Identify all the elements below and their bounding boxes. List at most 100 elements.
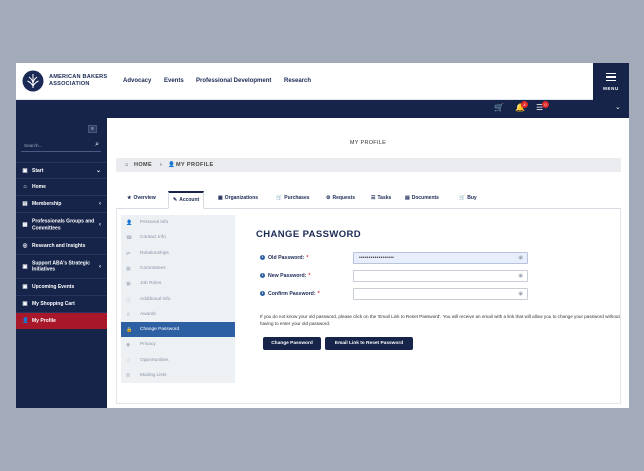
account-submenu: 👤 Personal Info ☎ Contact Info ⇄ Relationsh…	[121, 215, 235, 383]
notification-badge: 4	[521, 101, 528, 108]
confirm-password-field[interactable]: ◉	[353, 288, 528, 300]
cart-icon[interactable]: 🛒	[494, 103, 504, 112]
nav-professional-development[interactable]: Professional Development	[196, 78, 271, 84]
submenu-label: Awards	[140, 311, 156, 317]
submenu-label: Additional Info	[140, 296, 171, 302]
sidebar-item-label: Support ABA's Strategic Initiatives	[32, 260, 90, 273]
eye-icon[interactable]: ◉	[518, 273, 523, 279]
lock-icon: 🔒	[126, 327, 133, 334]
link-icon: ⇄	[126, 250, 131, 257]
old-password-value: ••••••••••••••••••	[359, 255, 395, 261]
sidebar-item-professional-groups[interactable]: ▦ Professionals Groups and Committees ‹	[16, 212, 107, 237]
shield-icon: ◉	[126, 342, 131, 349]
old-password-label: i Old Password: *	[260, 255, 308, 261]
main-content: MY PROFILE ⌂ HOME › 👤 MY PROFILE ★ Overvi…	[107, 118, 629, 408]
eye-icon[interactable]: ◉	[518, 291, 523, 297]
tab-requests[interactable]: ⚙ Requests	[326, 195, 355, 201]
cart-icon: ▣	[22, 301, 28, 307]
group-icon: ▦	[22, 222, 28, 228]
tab-purchases[interactable]: 🛒 Purchases	[276, 195, 310, 201]
cart-icon: 🛒	[459, 195, 466, 201]
sidebar-item-start[interactable]: ▣ Start ⌄	[16, 162, 107, 178]
eye-icon[interactable]: ◉	[518, 255, 523, 261]
tab-account[interactable]: ✎ Account	[168, 191, 205, 209]
sidebar-item-label: My Shopping Cart	[32, 300, 75, 307]
sidebar-toggle-button[interactable]: ≡	[88, 125, 97, 133]
chevron-down-icon[interactable]: ⌄	[615, 103, 621, 111]
tab-tasks[interactable]: ☰ Tasks	[371, 195, 391, 201]
phone-icon: ☎	[126, 235, 133, 242]
search-icon[interactable]: ⌕	[95, 141, 99, 149]
task-badge: 0	[542, 101, 549, 108]
breadcrumb-home[interactable]: HOME	[134, 162, 152, 168]
submenu-label: Committees	[140, 265, 166, 271]
new-password-label: i New Password: *	[260, 273, 310, 279]
account-panel: 👤 Personal Info ☎ Contact Info ⇄ Relationsh…	[116, 209, 621, 404]
required-mark: *	[306, 255, 309, 261]
sidebar-search[interactable]: Search... ⌕	[21, 140, 101, 152]
info-icon: ⓘ	[126, 297, 132, 304]
search-input[interactable]: Search...	[24, 143, 42, 148]
nav-research[interactable]: Research	[284, 78, 311, 84]
chevron-down-icon: ⌄	[95, 167, 101, 174]
sidebar-item-upcoming-events[interactable]: ▣ Upcoming Events	[16, 278, 107, 295]
tab-label: Account	[179, 197, 200, 203]
home-icon[interactable]: ⌂	[125, 162, 129, 168]
profile-tabs: ★ Overview ✎ Account ▦ Organizations 🛒 Purch…	[116, 191, 621, 209]
change-password-button[interactable]: Change Password	[263, 337, 321, 350]
tab-overview[interactable]: ★ Overview	[127, 195, 156, 201]
submenu-committees[interactable]: ▦ Committees	[121, 261, 235, 276]
nav-advocacy[interactable]: Advocacy	[123, 78, 151, 84]
sidebar-item-home[interactable]: ⌂ Home	[16, 178, 107, 195]
submenu-opportunities[interactable]: ☆ Opportunities	[121, 353, 235, 368]
submenu-mailing-lists[interactable]: ≣ Mailing Lists	[121, 368, 235, 383]
submenu-label: Opportunities	[140, 357, 169, 363]
sidebar-item-my-profile[interactable]: 👤 My Profile	[16, 312, 107, 329]
chevron-left-icon: ‹	[99, 201, 101, 207]
old-password-field[interactable]: •••••••••••••••••• ◉	[353, 252, 528, 264]
breadcrumb-current: MY PROFILE	[176, 162, 214, 168]
breadcrumb: ⌂ HOME › 👤 MY PROFILE	[116, 158, 621, 172]
gear-icon: ⚙	[326, 195, 331, 201]
sidebar-item-membership[interactable]: ▤ Membership ‹	[16, 195, 107, 212]
tab-organizations[interactable]: ▦ Organizations	[218, 195, 258, 201]
tab-label: Purchases	[284, 195, 310, 201]
email-reset-link-button[interactable]: Email Link to Reset Password	[325, 337, 413, 350]
id-card-icon: ▤	[22, 201, 28, 207]
nav-events[interactable]: Events	[164, 78, 184, 84]
new-password-field[interactable]: ◉	[353, 270, 528, 282]
user-icon: 👤	[22, 318, 29, 324]
submenu-awards[interactable]: ♕ Awards	[121, 307, 235, 322]
submenu-label: Mailing Lists	[140, 373, 167, 378]
sidebar-item-label: Membership	[32, 200, 62, 207]
submenu-relationships[interactable]: ⇄ Relationships	[121, 246, 235, 261]
submenu-privacy[interactable]: ◉ Privacy	[121, 337, 235, 352]
sidebar-item-research[interactable]: ◎ Research and Insights	[16, 237, 107, 254]
brand-name[interactable]: AMERICAN BAKERS ASSOCIATION	[49, 74, 129, 87]
sidebar-item-support-initiatives[interactable]: ▣ Support ABA's Strategic Initiatives ‹	[16, 254, 107, 278]
submenu-change-password[interactable]: 🔒 Change Password	[121, 322, 235, 338]
group-icon: ▦	[126, 265, 131, 272]
sidebar-item-shopping-cart[interactable]: ▣ My Shopping Cart	[16, 295, 107, 312]
briefcase-icon: ▣	[126, 281, 131, 288]
required-mark: *	[308, 273, 311, 279]
page-title: MY PROFILE	[349, 140, 387, 146]
tab-documents[interactable]: ▤ Documents	[405, 195, 439, 201]
submenu-job-roles[interactable]: ▣ Job Roles	[121, 276, 235, 291]
submenu-additional-info[interactable]: ⓘ Additional Info	[121, 292, 235, 307]
confirm-password-label: i Confirm Password: *	[260, 291, 320, 297]
utility-bar: 🛒 🔔 4 ☰ 0 ⌄	[16, 100, 629, 118]
menu-button[interactable]: MENU	[593, 63, 629, 100]
submenu-contact-info[interactable]: ☎ Contact Info	[121, 230, 235, 245]
form-title: CHANGE PASSWORD	[256, 229, 362, 240]
tab-label: Requests	[332, 195, 355, 201]
calendar-icon: ▣	[22, 284, 28, 290]
menu-label: MENU	[603, 86, 619, 91]
tab-label: Overview	[133, 195, 156, 201]
aba-logo-icon[interactable]	[22, 70, 44, 92]
user-icon: 👤	[126, 220, 133, 226]
list-icon: ☰	[371, 195, 376, 201]
list-icon: ≣	[126, 373, 131, 379]
submenu-personal-info[interactable]: 👤 Personal Info	[121, 215, 235, 230]
tab-buy[interactable]: 🛒 Buy	[459, 195, 477, 201]
